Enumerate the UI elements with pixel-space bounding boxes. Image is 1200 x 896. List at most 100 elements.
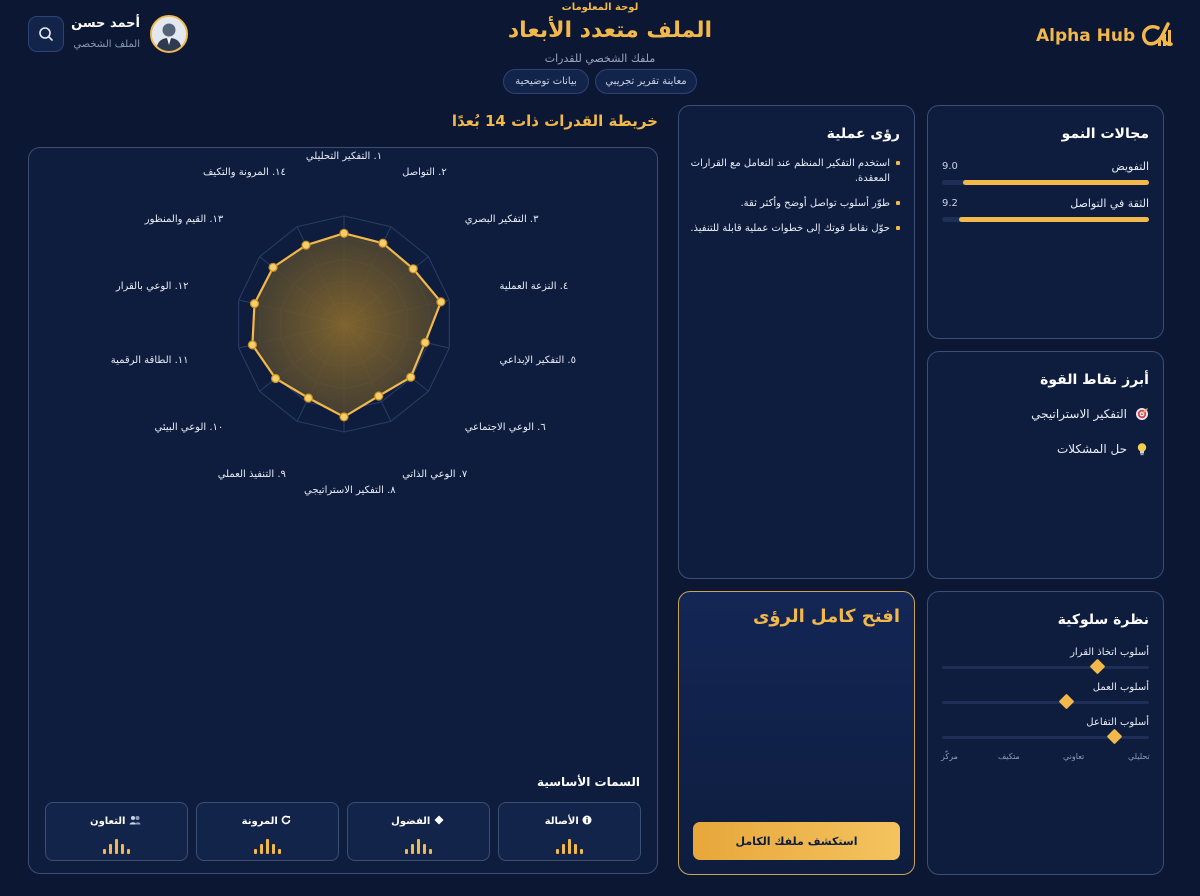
growth-card: مجالات النمو التفويض 9.0 الثقة في التواص…	[927, 105, 1164, 339]
trait-level-bars	[499, 839, 640, 854]
behavior-card: نظرة سلوكية أسلوب اتخاذ القرار أسلوب الع…	[927, 591, 1164, 875]
radar-point[interactable]	[303, 393, 314, 403]
user-avatar-icon	[152, 17, 186, 51]
radar-axis-label: ٦. الوعي الاجتماعي	[464, 422, 546, 434]
radar-point[interactable]	[339, 228, 349, 238]
growth-item-value: 9.0	[942, 161, 958, 172]
user-role: الملف الشخصي	[73, 39, 140, 50]
radar-chart	[238, 215, 450, 433]
avatar[interactable]	[150, 15, 188, 53]
bullet-icon	[896, 226, 900, 230]
trait-label: الفضول	[391, 816, 431, 827]
trait-originality[interactable]: الأصالة	[498, 802, 641, 861]
radar-point[interactable]	[247, 340, 257, 350]
radar-point[interactable]	[339, 412, 349, 422]
axis-label: متكيف	[998, 752, 1020, 761]
traits-title: السمات الأساسية	[537, 775, 640, 789]
strengths-card: أبرز نقاط القوة التفكير الاستراتيجي حل ا…	[927, 351, 1164, 579]
growth-title: مجالات النمو	[1061, 126, 1149, 142]
page-subtitle: ملفك الشخصي للقدرات	[544, 52, 656, 65]
growth-item-bar	[942, 217, 1149, 222]
insight-item: استخدم التفكير المنظم عند التعامل مع الق…	[684, 156, 900, 186]
growth-item-value: 9.2	[942, 198, 958, 209]
radar-axis-label: ١٣. القيم والمنظور	[144, 213, 224, 225]
axis-label: مركّز	[941, 752, 958, 761]
radar-axis-label: ١٤. المرونة والتكيف	[202, 167, 286, 179]
growth-item-label: التفويض	[1111, 160, 1149, 173]
strengths-title: أبرز نقاط القوة	[1040, 372, 1149, 388]
trait-label: المرونة	[241, 816, 278, 827]
unlock-card: افتح كامل الرؤى استكشف ملفك الكامل	[678, 591, 915, 875]
strength-label: حل المشكلات	[1056, 442, 1127, 456]
radar-point[interactable]	[436, 297, 446, 307]
trait-level-bars	[348, 839, 489, 854]
slider-label: أسلوب التفاعل	[1086, 717, 1149, 728]
trait-level-bars	[46, 839, 187, 854]
growth-item-label: الثقة في التواصل	[1070, 197, 1149, 210]
radar-point[interactable]	[268, 262, 278, 273]
growth-item-bar	[942, 180, 1149, 185]
bullet-icon	[896, 161, 900, 165]
lightbulb-icon	[1137, 443, 1147, 456]
strength-item: التفكير الاستراتيجي	[1031, 407, 1149, 421]
behavior-title: نظرة سلوكية	[1057, 612, 1149, 628]
radar-section-title: خريطة القدرات ذات 14 بُعدًا	[451, 112, 658, 130]
refresh-icon	[282, 815, 291, 825]
insight-item: طوّر أسلوب تواصل أوضح وأكثر ثقة.	[684, 196, 900, 211]
insights-title: رؤى عملية	[826, 126, 900, 142]
insights-card: رؤى عملية استخدم التفكير المنظم عند التع…	[678, 105, 915, 579]
radar-axis-label: ٤. النزعة العملية	[499, 280, 569, 292]
radar-point[interactable]	[406, 372, 416, 382]
axis-label: تعاوني	[1063, 752, 1085, 761]
radar-axis-label: ٣. التفكير البصري	[464, 213, 539, 225]
radar-point[interactable]	[270, 373, 281, 384]
work-style-slider[interactable]	[942, 693, 1149, 710]
radar-axis-label: ٢. التواصل	[402, 167, 447, 179]
target-icon	[1136, 408, 1148, 420]
slider-label: أسلوب اتخاذ القرار	[1070, 647, 1149, 658]
brand-logo[interactable]: Alpha Hub	[1036, 20, 1135, 52]
search-button[interactable]	[28, 16, 64, 52]
radar-point[interactable]	[301, 240, 311, 250]
trait-label: التعاون	[90, 816, 126, 827]
radar-point[interactable]	[374, 391, 384, 401]
unlock-title: افتح كامل الرؤى	[752, 606, 900, 627]
people-icon	[129, 816, 141, 825]
trait-flexibility[interactable]: المرونة	[196, 802, 339, 861]
breadcrumb[interactable]: لوحة المعلومات	[500, 2, 700, 13]
trait-level-bars	[197, 839, 338, 854]
radar-point[interactable]	[378, 238, 388, 248]
slider-knob[interactable]	[1106, 728, 1123, 745]
slider-knob[interactable]	[1089, 658, 1106, 675]
radar-axis-label: ١١. الطاقة الرقمية	[110, 355, 189, 367]
radar-point[interactable]	[408, 264, 418, 274]
trait-curiosity[interactable]: الفضول	[347, 802, 490, 861]
radar-axis-label: ٧. الوعي الذاتي	[402, 468, 468, 480]
preview-report-pill[interactable]: معاينة تقرير تجريبي	[595, 69, 697, 94]
search-icon	[39, 27, 53, 41]
slider-knob[interactable]	[1058, 693, 1075, 710]
explore-full-profile-button[interactable]: استكشف ملفك الكامل	[693, 822, 900, 860]
radar-point[interactable]	[249, 298, 260, 309]
trait-label: الأصالة	[544, 816, 579, 827]
interaction-style-slider[interactable]	[942, 728, 1149, 745]
strength-item: حل المشكلات	[1057, 442, 1149, 456]
diamond-icon	[434, 815, 444, 825]
alpha-logo-icon	[1141, 22, 1173, 46]
trait-collaboration[interactable]: التعاون	[45, 802, 188, 861]
brand-name: Alpha Hub	[1036, 26, 1136, 46]
user-name: أحمد حسن	[71, 16, 140, 31]
radar-axis-label: ١٠. الوعي البيئي	[154, 422, 224, 434]
radar-axis-label: ٨. التفكير الاستراتيجي	[304, 485, 396, 497]
axis-label: تحليلي	[1128, 752, 1150, 761]
demo-data-pill[interactable]: بيانات توضيحية	[503, 69, 589, 94]
radar-point[interactable]	[420, 337, 430, 348]
growth-item-fill	[962, 180, 1149, 185]
decision-style-slider[interactable]	[942, 658, 1149, 675]
radar-data-area	[251, 232, 443, 419]
strength-label: التفكير الاستراتيجي	[1031, 407, 1127, 421]
radar-axis-label: ٩. التنفيذ العملي	[217, 468, 286, 480]
insight-item: حوّل نقاط قوتك إلى خطوات عملية قابلة للت…	[684, 221, 900, 236]
bullet-icon	[896, 201, 900, 205]
radar-axis-label: ١. التفكير التحليلي	[305, 150, 383, 162]
